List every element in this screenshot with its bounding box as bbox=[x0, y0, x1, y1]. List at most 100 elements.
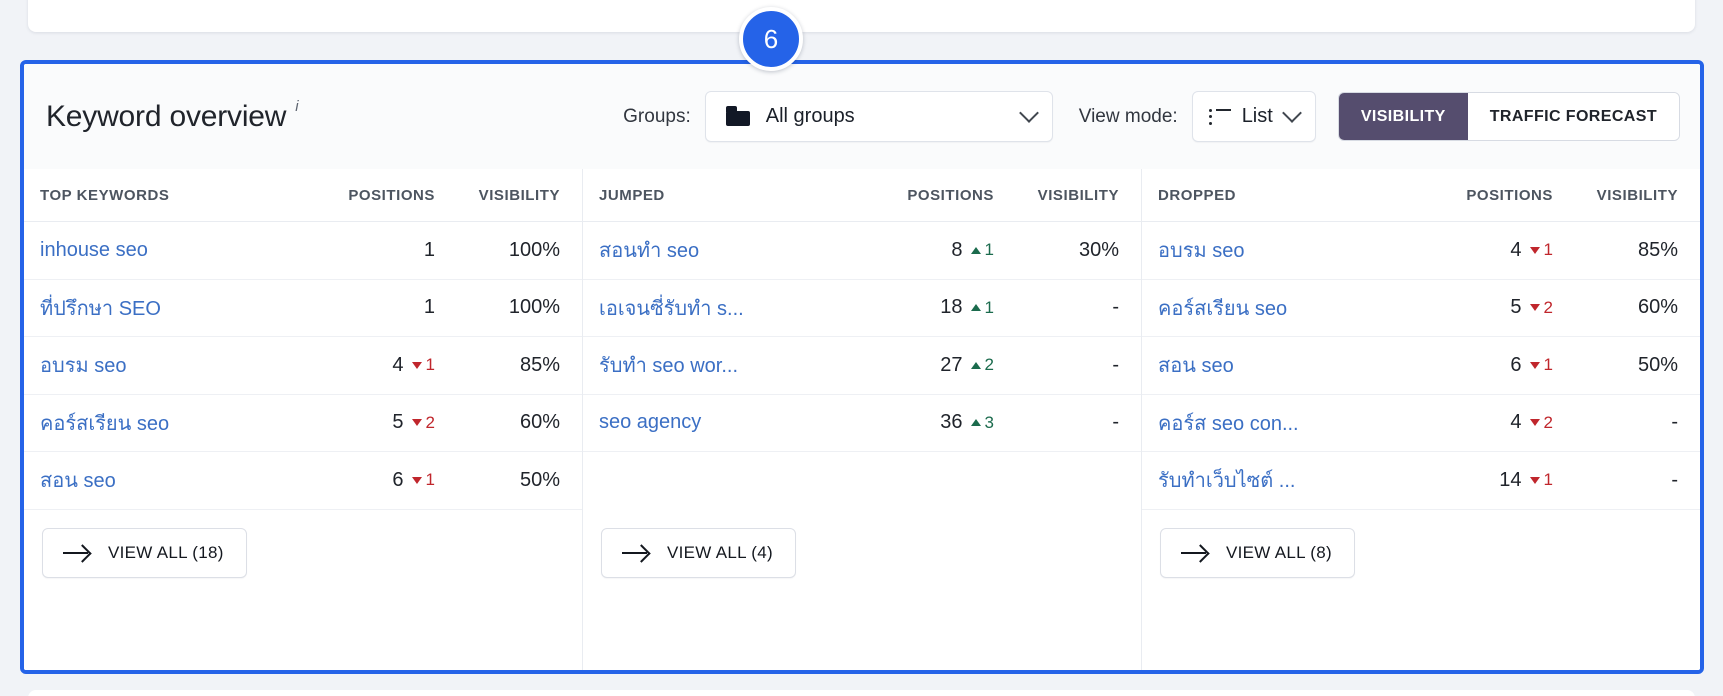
table-row[interactable]: อบรม seo 4 1 85% bbox=[1142, 222, 1700, 280]
keyword-link[interactable]: คอร์ส seo con... bbox=[1158, 407, 1418, 439]
table-row[interactable]: รับทำเว็บไซต์ ... 14 1 - bbox=[1142, 452, 1700, 510]
tab-visibility[interactable]: VISIBILITY bbox=[1338, 93, 1468, 140]
position-value: 36 bbox=[940, 411, 963, 434]
header-positions: POSITIONS bbox=[1466, 186, 1553, 204]
delta-value: 1 bbox=[984, 297, 994, 317]
column-dropped: DROPPED POSITIONS VISIBILITY อบรม seo 4 … bbox=[1141, 169, 1700, 670]
header-visibility: VISIBILITY bbox=[1037, 186, 1119, 204]
delta-down: 2 bbox=[1529, 413, 1553, 433]
header-visibility: VISIBILITY bbox=[478, 186, 560, 204]
keyword-link[interactable]: เอเจนซี่รับทำ s... bbox=[599, 292, 859, 324]
triangle-down-icon bbox=[1529, 304, 1540, 312]
keyword-link[interactable]: inhouse seo bbox=[40, 239, 300, 262]
position-value: 1 bbox=[423, 296, 435, 319]
position-cell: 27 2 bbox=[859, 354, 994, 377]
view-all-button[interactable]: VIEW ALL (4) bbox=[601, 527, 796, 578]
header-keyword: DROPPED bbox=[1158, 186, 1237, 204]
keyword-link[interactable]: รับทำเว็บไซต์ ... bbox=[1158, 464, 1418, 496]
table-row[interactable]: สอน seo 6 1 50% bbox=[1142, 337, 1700, 395]
visibility-cell: - bbox=[1112, 296, 1119, 319]
view-mode-label: View mode: bbox=[1078, 105, 1178, 127]
column-footer: VIEW ALL (18) bbox=[24, 510, 582, 596]
position-value: 6 bbox=[1510, 353, 1522, 376]
position-cell: 4 1 bbox=[1418, 239, 1553, 262]
column-header: TOP KEYWORDS POSITIONS VISIBILITY bbox=[24, 169, 582, 222]
groups-select-value: All groups bbox=[765, 105, 855, 127]
keyword-link[interactable]: seo agency bbox=[599, 411, 859, 434]
position-cell: 5 2 bbox=[1418, 296, 1553, 319]
position-value: 8 bbox=[951, 238, 963, 261]
folder-icon bbox=[725, 106, 750, 126]
position-value: 27 bbox=[940, 353, 963, 376]
table-row[interactable]: inhouse seo 1 100% bbox=[24, 222, 582, 280]
previous-card-edge bbox=[28, 0, 1695, 32]
view-mode-value: List bbox=[1241, 105, 1273, 127]
triangle-down-icon bbox=[1529, 419, 1540, 427]
delta-value: 1 bbox=[425, 470, 435, 490]
position-value: 4 bbox=[392, 353, 404, 376]
table-row[interactable]: สอน seo 6 1 50% bbox=[24, 452, 582, 510]
table-row[interactable]: คอร์สเรียน seo 5 2 60% bbox=[1142, 280, 1700, 337]
position-cell: 8 1 bbox=[859, 239, 994, 262]
keyword-overview-card: Keyword overview i Groups: All groups Vi… bbox=[20, 60, 1704, 674]
keyword-link[interactable]: สอน seo bbox=[40, 464, 300, 496]
table-row[interactable]: seo agency 36 3 - bbox=[583, 395, 1141, 452]
delta-up: 1 bbox=[970, 240, 994, 260]
triangle-down-icon bbox=[1529, 361, 1540, 369]
table-row[interactable]: คอร์สเรียน seo 5 2 60% bbox=[24, 395, 582, 452]
visibility-cell: 100% bbox=[508, 238, 560, 261]
info-icon[interactable]: i bbox=[295, 98, 298, 115]
table-row[interactable]: อบรม seo 4 1 85% bbox=[24, 337, 582, 395]
table-row[interactable]: คอร์ส seo con... 4 2 - bbox=[1142, 395, 1700, 452]
position-cell: 5 2 bbox=[300, 411, 435, 434]
header-positions: POSITIONS bbox=[348, 186, 435, 204]
arrow-right-icon bbox=[1181, 545, 1208, 561]
table-row[interactable]: เอเจนซี่รับทำ s... 18 1 - bbox=[583, 280, 1141, 337]
keyword-link[interactable]: อบรม seo bbox=[1158, 234, 1418, 266]
groups-label: Groups: bbox=[623, 105, 691, 127]
view-all-button[interactable]: VIEW ALL (8) bbox=[1160, 527, 1355, 578]
table-row[interactable]: สอนทำ seo 8 1 30% bbox=[583, 222, 1141, 280]
view-all-button[interactable]: VIEW ALL (18) bbox=[42, 527, 247, 578]
visibility-cell: 85% bbox=[1637, 238, 1678, 261]
keyword-link[interactable]: รับทำ seo wor... bbox=[599, 349, 859, 381]
triangle-up-icon bbox=[970, 419, 981, 427]
visibility-cell: - bbox=[1112, 411, 1119, 434]
keyword-link[interactable]: ที่ปรึกษา SEO bbox=[40, 292, 300, 324]
table-row[interactable]: ที่ปรึกษา SEO 1 100% bbox=[24, 280, 582, 337]
table-row[interactable]: รับทำ seo wor... 27 2 - bbox=[583, 337, 1141, 395]
view-all-label: VIEW ALL (4) bbox=[667, 542, 773, 562]
position-cell: 4 1 bbox=[300, 354, 435, 377]
delta-up: 1 bbox=[970, 297, 994, 318]
delta-value: 2 bbox=[1543, 297, 1553, 317]
page-root: 6 Keyword overview i Groups: All groups … bbox=[0, 0, 1723, 696]
delta-down: 1 bbox=[411, 470, 435, 490]
column-header: DROPPED POSITIONS VISIBILITY bbox=[1142, 169, 1700, 222]
keyword-link[interactable]: คอร์สเรียน seo bbox=[1158, 292, 1418, 324]
triangle-down-icon bbox=[411, 361, 422, 369]
keyword-link[interactable]: สอน seo bbox=[1158, 349, 1418, 381]
visibility-cell: 100% bbox=[508, 296, 560, 319]
position-value: 4 bbox=[1510, 238, 1522, 261]
header-controls: Groups: All groups View mode: List VISIB… bbox=[623, 91, 1680, 142]
keyword-link[interactable]: คอร์สเรียน seo bbox=[40, 407, 300, 439]
position-value: 1 bbox=[423, 238, 435, 261]
delta-value: 3 bbox=[984, 412, 994, 432]
metric-toggle: VISIBILITY TRAFFIC FORECAST bbox=[1337, 92, 1680, 141]
delta-value: 1 bbox=[425, 355, 435, 375]
visibility-cell: 60% bbox=[519, 411, 560, 434]
keyword-link[interactable]: สอนทำ seo bbox=[599, 234, 859, 266]
groups-select[interactable]: All groups bbox=[704, 91, 1053, 142]
step-badge: 6 bbox=[739, 7, 803, 71]
delta-up: 3 bbox=[970, 412, 994, 433]
keyword-link[interactable]: อบรม seo bbox=[40, 349, 300, 381]
column-footer: VIEW ALL (8) bbox=[1142, 510, 1700, 596]
delta-value: 1 bbox=[1543, 470, 1553, 490]
view-mode-select[interactable]: List bbox=[1191, 91, 1316, 142]
column-header: JUMPED POSITIONS VISIBILITY bbox=[583, 169, 1141, 222]
header-visibility: VISIBILITY bbox=[1596, 186, 1678, 204]
column-footer: VIEW ALL (4) bbox=[583, 510, 1141, 596]
delta-up: 2 bbox=[970, 355, 994, 375]
header-positions: POSITIONS bbox=[907, 186, 994, 204]
tab-traffic-forecast[interactable]: TRAFFIC FORECAST bbox=[1467, 93, 1679, 140]
